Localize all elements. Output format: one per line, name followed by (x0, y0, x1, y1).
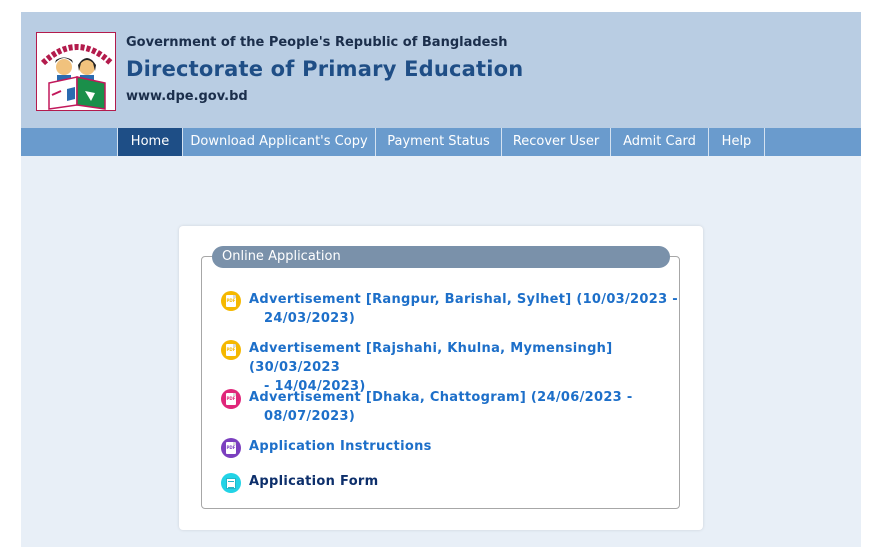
application-instructions-link[interactable]: PDF Application Instructions (221, 437, 432, 458)
advertisement-link-dhaka[interactable]: PDF Advertisement [Dhaka, Chattogram] (2… (221, 388, 633, 426)
link-text-line1[interactable]: Advertisement [Dhaka, Chattogram] (24/06… (249, 390, 633, 405)
nav-home[interactable]: Home (117, 128, 182, 156)
pdf-icon: PDF (221, 340, 241, 360)
link-text-line2[interactable]: 24/03/2023) (249, 309, 678, 328)
pdf-icon: PDF (221, 438, 241, 458)
nav-payment-status[interactable]: Payment Status (375, 128, 501, 156)
main-navbar: Home Download Applicant's Copy Payment S… (21, 128, 861, 156)
link-text-line1[interactable]: Advertisement [Rangpur, Barishal, Sylhet… (249, 292, 678, 307)
link-text-line2[interactable]: 08/07/2023) (249, 407, 633, 426)
application-form-label[interactable]: Application Form (249, 472, 379, 491)
link-text-line1[interactable]: Advertisement [Rajshahi, Khulna, Mymensi… (249, 341, 612, 375)
nav-help[interactable]: Help (708, 128, 765, 156)
site-header: Government of the People's Republic of B… (21, 12, 861, 128)
nav-download-applicant-copy[interactable]: Download Applicant's Copy (182, 128, 375, 156)
form-icon (221, 473, 241, 493)
nav-admit-card[interactable]: Admit Card (610, 128, 708, 156)
application-card: Online Application PDF Advertisement [Ra… (179, 226, 703, 530)
dpe-logo (36, 32, 116, 111)
nav-recover-user[interactable]: Recover User (501, 128, 610, 156)
advertisement-link-rangpur[interactable]: PDF Advertisement [Rangpur, Barishal, Sy… (221, 290, 678, 328)
pdf-icon: PDF (221, 291, 241, 311)
site-title: Directorate of Primary Education (126, 57, 524, 81)
online-application-legend: Online Application (212, 246, 670, 268)
pdf-icon: PDF (221, 389, 241, 409)
government-label: Government of the People's Republic of B… (126, 35, 508, 50)
application-form-link[interactable]: Application Form (221, 472, 379, 493)
page-frame: Government of the People's Republic of B… (21, 12, 861, 547)
site-url: www.dpe.gov.bd (126, 89, 248, 104)
application-instructions-label[interactable]: Application Instructions (249, 437, 432, 456)
